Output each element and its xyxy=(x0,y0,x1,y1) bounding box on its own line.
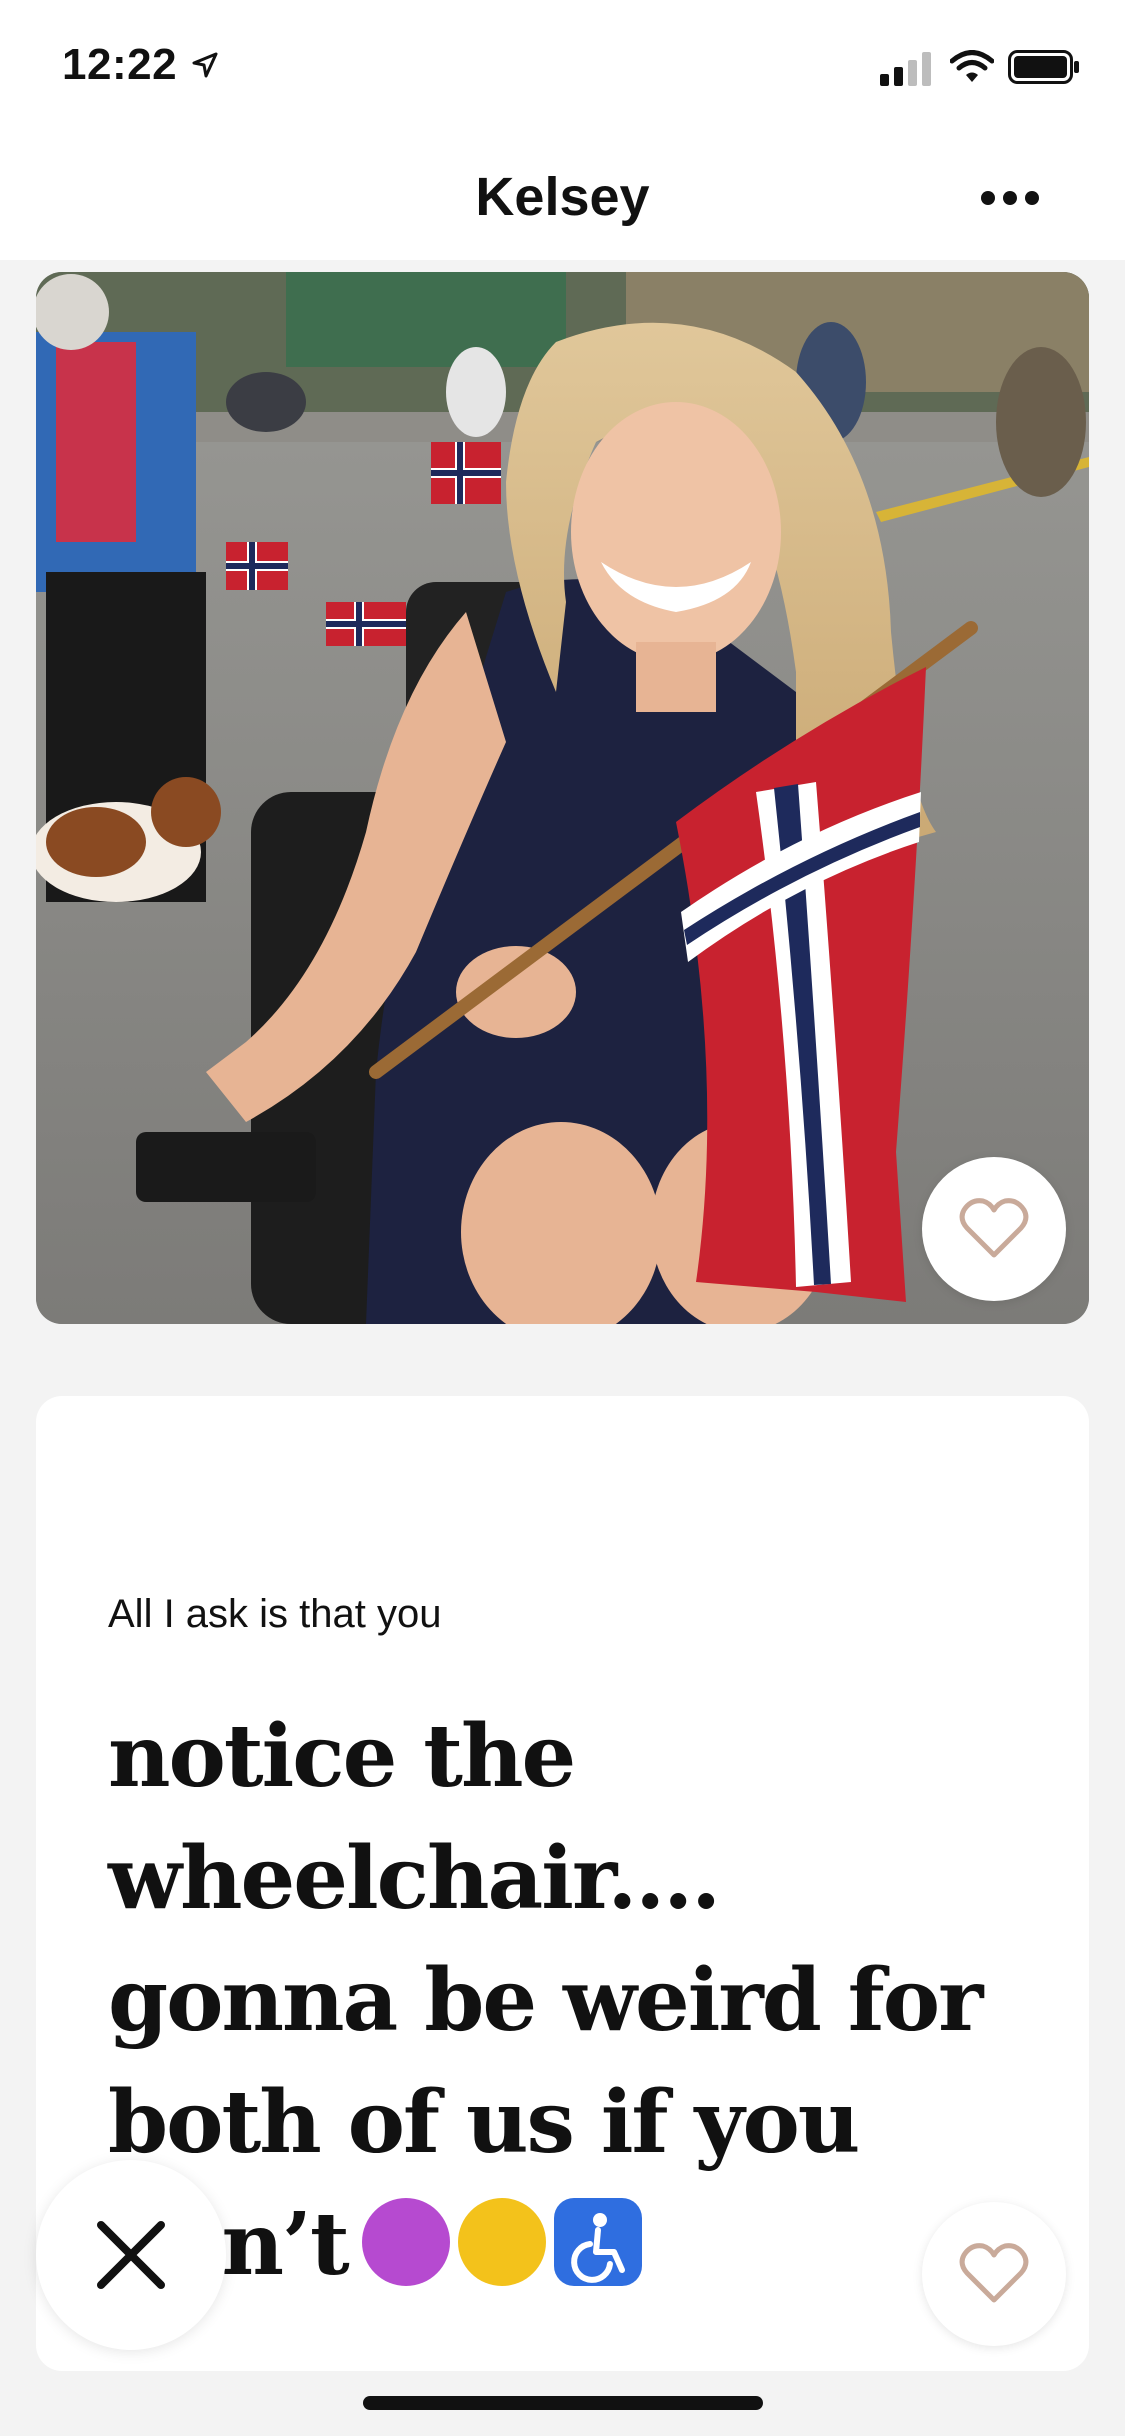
more-options-button[interactable] xyxy=(975,178,1045,218)
status-time: 12:22 xyxy=(62,40,178,89)
x-close-icon xyxy=(97,2221,165,2289)
status-bar: 12:22 xyxy=(0,0,1125,140)
prompt-question: All I ask is that you xyxy=(108,1592,442,1636)
like-photo-button[interactable] xyxy=(922,1157,1066,1301)
like-prompt-button[interactable] xyxy=(922,2202,1066,2346)
location-arrow-icon xyxy=(190,50,220,85)
wheelchair-symbol-emoji xyxy=(553,2198,642,2286)
profile-photo[interactable] xyxy=(36,272,1089,1324)
profile-photo-image xyxy=(36,272,1089,1324)
emoji-group xyxy=(361,2198,642,2286)
more-horizontal-icon xyxy=(981,191,1039,205)
profile-header: Kelsey xyxy=(0,140,1125,260)
heart-outline-icon xyxy=(959,2243,1029,2303)
woozy-face-emoji xyxy=(457,2198,546,2286)
cellular-signal-icon xyxy=(880,52,936,91)
home-indicator[interactable] xyxy=(363,2396,763,2410)
person-shrugging-emoji xyxy=(361,2198,450,2286)
skip-button[interactable] xyxy=(36,2160,226,2350)
heart-outline-icon xyxy=(959,1198,1029,1258)
wifi-icon xyxy=(949,50,995,89)
profile-name: Kelsey xyxy=(475,167,650,227)
battery-icon xyxy=(1008,50,1080,89)
prompt-answer: notice the wheelchair.... gonna be weird… xyxy=(108,1696,1028,2306)
